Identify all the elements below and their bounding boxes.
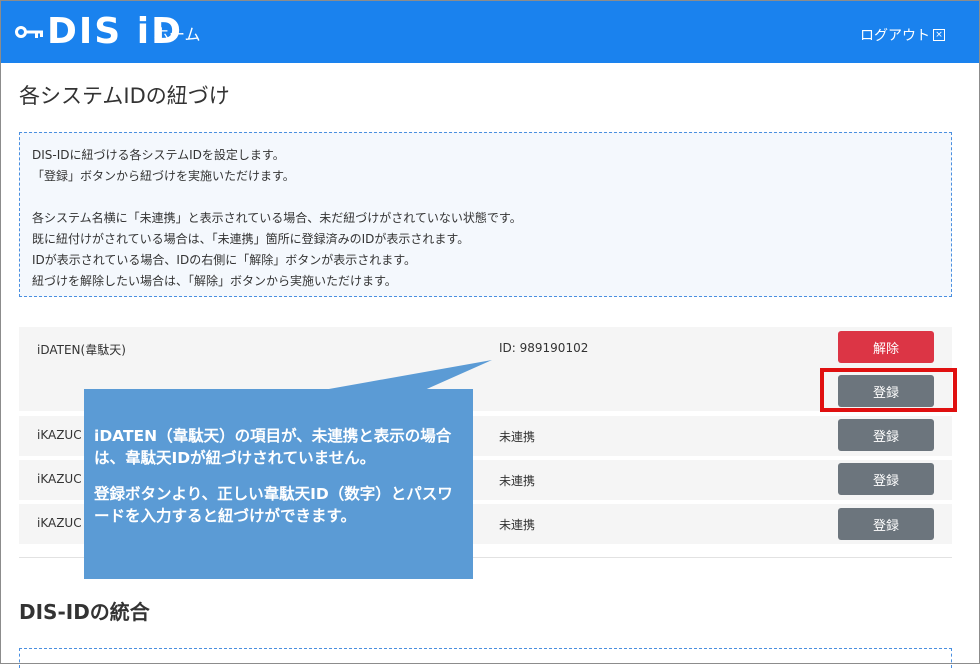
unlink-button[interactable]: 解除 bbox=[838, 331, 934, 363]
instruction-line: DIS-IDに紐づける各システムIDを設定します。 bbox=[32, 148, 285, 162]
system-name: iKAZUC bbox=[37, 472, 82, 486]
close-box-icon: × bbox=[933, 29, 945, 41]
callout-text: iDATEN（韋駄天）の項目が、未連携と表示の場合は、韋駄天IDが紐づけされてい… bbox=[94, 427, 452, 467]
instruction-line: 既に紐付けがされている場合は、「未連携」箇所に登録済みのIDが表示されます。 bbox=[32, 232, 470, 246]
link-status: 未連携 bbox=[499, 518, 536, 532]
linked-id: ID: 989190102 bbox=[499, 341, 589, 355]
system-name: iKAZUC bbox=[37, 428, 82, 442]
system-name: iKAZUC bbox=[37, 516, 82, 530]
instruction-line: IDが表示されている場合、IDの右側に「解除」ボタンが表示されます。 bbox=[32, 253, 417, 267]
highlight-annotation-box bbox=[820, 368, 957, 412]
callout-text: 登録ボタンより、正しい韋駄天ID（数字）とパスワードを入力すると紐づけができます… bbox=[94, 485, 453, 525]
register-button[interactable]: 登録 bbox=[838, 463, 934, 495]
integration-info-box bbox=[19, 648, 952, 668]
instructions-box: DIS-IDに紐づける各システムIDを設定します。 「登録」ボタンから紐づけを実… bbox=[19, 132, 952, 297]
link-status: 未連携 bbox=[499, 430, 536, 444]
section-title: DIS-IDの統合 bbox=[19, 600, 150, 624]
logout-link[interactable]: ログアウト × bbox=[860, 25, 945, 45]
system-name: iDATEN(韋駄天) bbox=[37, 343, 126, 357]
instruction-line: 紐づけを解除したい場合は、「解除」ボタンから実施いただけます。 bbox=[32, 274, 397, 288]
instruction-line: 各システム名横に「未連携」と表示されている場合、未だ紐づけがされていない状態です… bbox=[32, 211, 522, 225]
register-button[interactable]: 登録 bbox=[838, 419, 934, 451]
page-title: 各システムIDの紐づけ bbox=[19, 84, 230, 108]
instruction-line: 「登録」ボタンから紐づけを実施いただけます。 bbox=[32, 169, 295, 183]
navbar: DIS iD ホーム ログアウト × bbox=[1, 1, 979, 63]
annotation-callout: iDATEN（韋駄天）の項目が、未連携と表示の場合は、韋駄天IDが紐づけされてい… bbox=[84, 389, 473, 579]
link-status: 未連携 bbox=[499, 474, 536, 488]
key-logo-icon bbox=[15, 26, 43, 38]
nav-home-link[interactable]: ホーム bbox=[153, 21, 201, 45]
logout-label: ログアウト bbox=[860, 28, 930, 44]
register-button[interactable]: 登録 bbox=[838, 508, 934, 540]
